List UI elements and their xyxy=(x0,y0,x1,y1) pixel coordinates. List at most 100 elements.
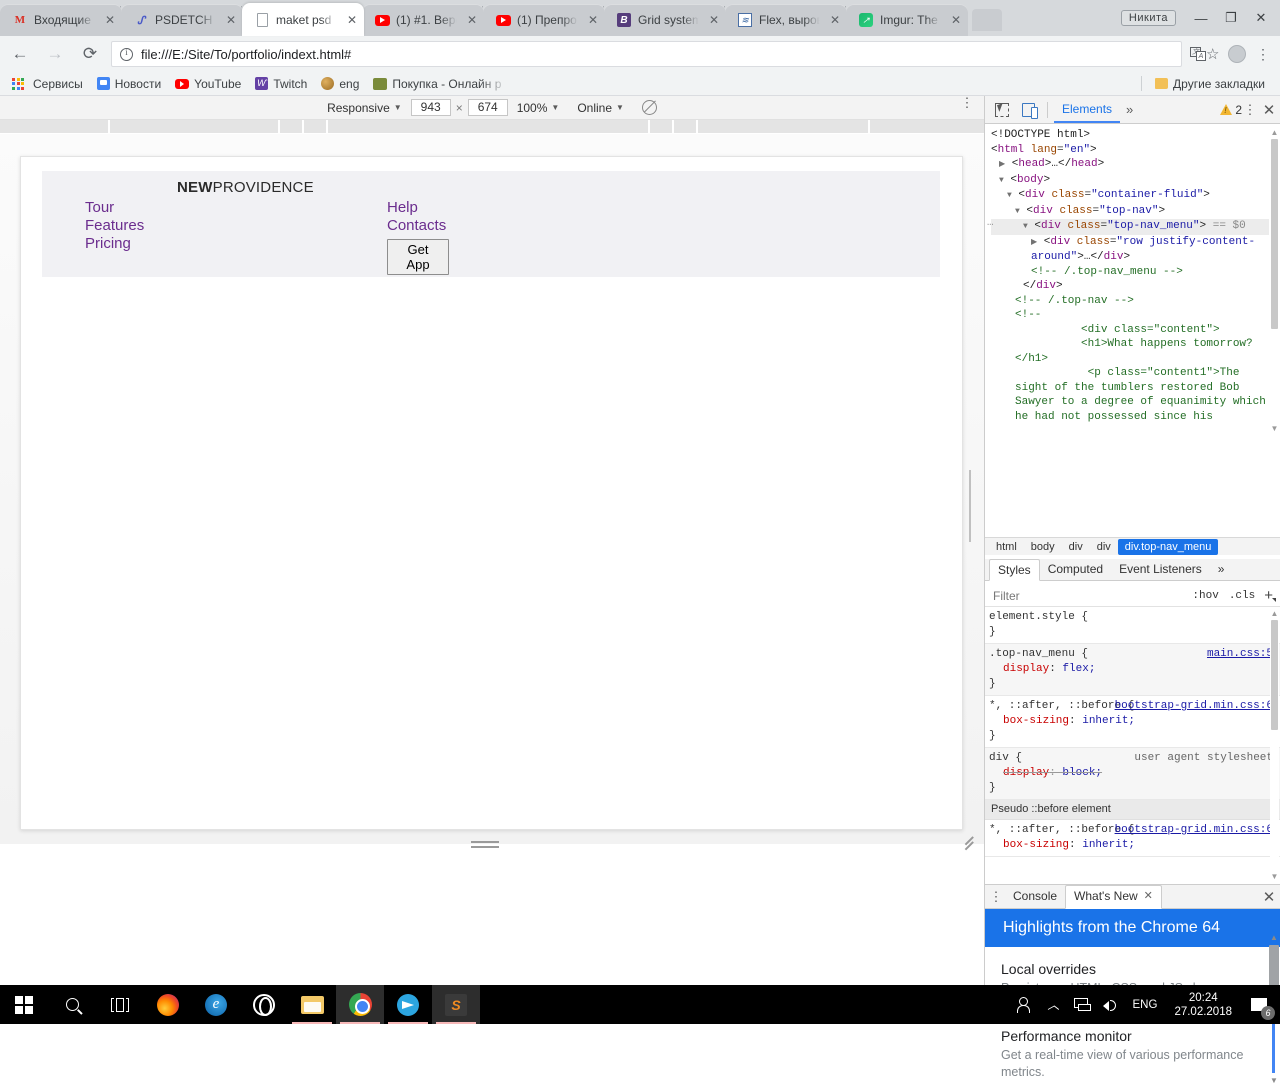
start-button[interactable] xyxy=(0,985,48,1024)
css-source-link[interactable]: bootstrap-grid.min.css:6 xyxy=(1115,699,1273,714)
css-rule[interactable]: .top-nav_menu {main.css:5display: flex;} xyxy=(985,644,1280,696)
media-query-segment[interactable] xyxy=(280,120,302,133)
throttling-selector[interactable]: Online ▼ xyxy=(568,98,633,118)
viewport-width-input[interactable]: 943 xyxy=(411,99,451,116)
volume-button[interactable] xyxy=(1096,985,1126,1024)
no-throttling-button[interactable] xyxy=(633,98,666,118)
css-declaration[interactable]: box-sizing: inherit; xyxy=(989,838,1273,853)
bookmark-item[interactable]: ⱲTwitch xyxy=(248,74,314,94)
close-icon[interactable]: ✕ xyxy=(827,14,843,26)
css-rule[interactable]: div {user agent stylesheetdisplay: block… xyxy=(985,748,1280,800)
media-query-segment[interactable] xyxy=(0,120,108,133)
dom-tree-node[interactable]: <h1>What happens tomorrow?</h1> xyxy=(991,337,1269,366)
taskbar-app-chrome[interactable] xyxy=(336,985,384,1024)
breadcrumb-item[interactable]: html xyxy=(989,539,1024,555)
clock[interactable]: 20:24 27.02.2018 xyxy=(1164,991,1242,1019)
drawer-close-icon[interactable]: ✕ xyxy=(1257,888,1280,906)
hov-toggle-button[interactable]: :hov xyxy=(1187,590,1223,602)
viewport-height-resize-handle[interactable] xyxy=(471,841,499,849)
toggle-device-toolbar-icon[interactable] xyxy=(1015,97,1041,123)
css-rule[interactable]: element.style {} xyxy=(985,607,1280,644)
scroll-down-arrow-icon[interactable]: ▼ xyxy=(1270,424,1279,433)
reload-icon[interactable]: ⟳ xyxy=(75,39,105,69)
get-app-button[interactable]: Get App xyxy=(387,239,449,275)
dom-tree-node[interactable]: <!-- xyxy=(991,308,1269,323)
dom-tree-node[interactable]: ▶ <div class="row justify-content-around… xyxy=(991,235,1269,265)
people-button[interactable] xyxy=(1011,985,1041,1024)
browser-tab[interactable]: (1) #1. Верстк ✕ xyxy=(362,4,484,36)
dom-tree-node[interactable]: ▼ <div class="container-fluid"> xyxy=(991,188,1269,204)
viewport-height-input[interactable]: 674 xyxy=(468,99,508,116)
dom-tree[interactable]: <!DOCTYPE html><html lang="en">▶ <head>…… xyxy=(985,124,1280,437)
dom-tree-ellipsis[interactable]: … xyxy=(987,216,995,231)
bookmark-star-icon[interactable]: ☆ xyxy=(1206,45,1222,63)
dom-tree-node[interactable]: ▼ <div class="top-nav_menu"> == $0 xyxy=(991,219,1269,235)
dom-tree-node[interactable]: <html lang="en"> xyxy=(991,143,1269,158)
new-style-rule-button[interactable]: + xyxy=(1260,587,1277,604)
css-rule[interactable]: *, ::after, ::before {bootstrap-grid.min… xyxy=(985,820,1280,857)
device-selector[interactable]: Responsive ▼ xyxy=(318,98,411,118)
devtools-close-icon[interactable]: ✕ xyxy=(1258,101,1280,119)
css-selector[interactable]: element.style { xyxy=(989,611,1088,623)
search-button[interactable] xyxy=(48,985,96,1024)
more-panels-icon[interactable]: » xyxy=(1120,102,1139,117)
bookmark-item[interactable]: Новости xyxy=(90,74,168,94)
network-button[interactable] xyxy=(1067,985,1096,1024)
close-icon[interactable]: ✕ xyxy=(585,14,601,26)
task-view-button[interactable] xyxy=(96,985,144,1024)
css-source-link[interactable]: main.css:5 xyxy=(1207,647,1273,662)
tab-event-listeners[interactable]: Event Listeners xyxy=(1111,559,1210,580)
scroll-down-arrow-icon[interactable]: ▼ xyxy=(1270,872,1279,881)
media-query-segment[interactable] xyxy=(650,120,672,133)
dom-tree-node[interactable]: <!-- /.top-nav_menu --> xyxy=(991,265,1269,280)
browser-tab[interactable]: ᔑ PSDETCH | PS ✕ xyxy=(121,4,243,36)
breadcrumb-item[interactable]: body xyxy=(1024,539,1062,555)
media-query-segment[interactable] xyxy=(674,120,696,133)
media-query-segment[interactable] xyxy=(328,120,648,133)
dom-tree-node[interactable]: <!DOCTYPE html> xyxy=(991,128,1269,143)
devtools-splitter[interactable] xyxy=(969,470,975,506)
nav-link-help[interactable]: Help xyxy=(387,199,446,217)
translate-icon[interactable]: 文A xyxy=(1190,47,1206,61)
styles-scrollbar[interactable]: ▲ ▼ xyxy=(1270,609,1279,881)
scroll-up-arrow-icon[interactable]: ▲ xyxy=(1270,128,1279,137)
apps-grid-icon[interactable] xyxy=(12,78,24,90)
scroll-down-arrow-icon[interactable]: ▼ xyxy=(1269,1076,1279,1085)
close-icon[interactable]: ✕ xyxy=(1144,885,1153,908)
show-hidden-icons-button[interactable]: ︿ xyxy=(1041,985,1067,1024)
browser-tab-active[interactable]: maket psd ✕ xyxy=(242,3,364,36)
css-selector[interactable]: .top-nav_menu { xyxy=(989,648,1088,660)
dom-tree-scrollbar[interactable]: ▲ ▼ xyxy=(1270,128,1279,433)
media-query-segment[interactable] xyxy=(698,120,868,133)
window-close-button[interactable]: ✕ xyxy=(1246,4,1276,32)
language-indicator[interactable]: ENG xyxy=(1126,985,1165,1024)
drawer-menu-icon[interactable]: ⋮ xyxy=(987,894,1005,899)
minimize-button[interactable]: — xyxy=(1186,4,1216,32)
page-info-icon[interactable] xyxy=(120,48,133,61)
new-tab-button[interactable] xyxy=(972,9,1002,31)
tab-styles[interactable]: Styles xyxy=(989,559,1040,581)
breadcrumb-item[interactable]: div xyxy=(1062,539,1090,555)
css-declaration[interactable]: box-sizing: inherit; xyxy=(989,714,1273,729)
other-bookmarks-folder[interactable]: Другие закладки xyxy=(1148,74,1272,94)
tab-computed[interactable]: Computed xyxy=(1040,559,1111,580)
dom-tree-node[interactable]: ▼ <div class="top-nav"> xyxy=(991,204,1269,220)
dom-tree-node[interactable]: </div> xyxy=(991,279,1269,294)
close-icon[interactable]: ✕ xyxy=(464,14,480,26)
nav-link-tour[interactable]: Tour xyxy=(85,199,144,217)
inspect-element-icon[interactable] xyxy=(989,97,1015,123)
css-selector[interactable]: *, ::after, ::before { xyxy=(989,824,1134,836)
css-declaration[interactable]: display: block; xyxy=(989,766,1273,781)
browser-tab[interactable]: ≋ Flex, выровн ✕ xyxy=(725,4,847,36)
scroll-up-arrow-icon[interactable]: ▲ xyxy=(1270,609,1279,618)
tab-console[interactable]: Console xyxy=(1005,885,1065,908)
close-icon[interactable]: ✕ xyxy=(706,14,722,26)
bookmark-item[interactable]: eng xyxy=(314,74,366,94)
browser-tab[interactable]: M Входящие (1 ✕ xyxy=(0,4,122,36)
close-icon[interactable]: ✕ xyxy=(344,14,360,26)
browser-tab[interactable]: B Grid system ✕ xyxy=(604,4,726,36)
whats-new-item[interactable]: Performance monitor Get a real-time view… xyxy=(1001,1028,1265,1081)
bookmark-item[interactable]: Покупка - Онлайн p xyxy=(366,74,508,94)
taskbar-app-opera[interactable] xyxy=(240,985,288,1024)
media-query-segment[interactable] xyxy=(304,120,326,133)
